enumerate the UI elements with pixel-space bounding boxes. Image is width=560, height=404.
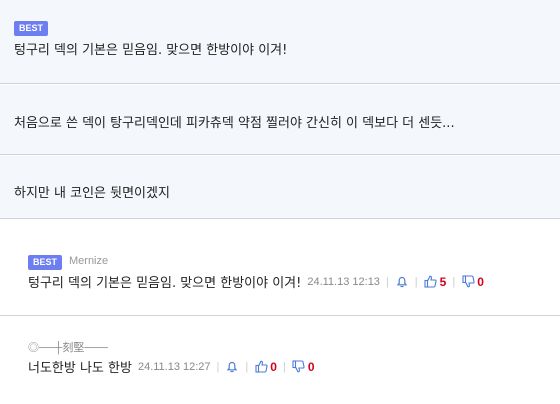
thumbs-down-icon: [461, 275, 475, 289]
timestamp: 24.11.13 12:13: [307, 275, 380, 288]
upvote-count: 5: [439, 274, 447, 289]
thumbs-up-icon: [254, 360, 268, 374]
reply-best: BEST Mernize 텅구리 덱의 기본은 믿음임. 맞으면 한방이야 이겨…: [0, 220, 560, 316]
comment-text: 하지만 내 코인은 뒷면이겠지: [14, 186, 170, 201]
upvote-count: 0: [270, 359, 277, 374]
author-name[interactable]: Mernize: [69, 255, 108, 267]
reply: ◎──┼刻堅─── 너도한방 나도 한방 24.11.13 12:27 | | …: [0, 317, 560, 404]
comment-best: BEST 텅구리 덱의 기본은 믿음임. 맞으면 한방이야 이겨!: [0, 0, 560, 84]
comment-text: 처음으로 쓴 덱이 탕구리덱인데 피카츄덱 약점 찔러야 간신히 이 덱보다 더…: [14, 116, 455, 131]
divider: |: [452, 275, 456, 288]
comment: 하지만 내 코인은 뒷면이겠지: [0, 156, 560, 219]
divider: |: [282, 360, 286, 373]
best-badge: BEST: [14, 21, 49, 36]
reply-line: 너도한방 나도 한방 24.11.13 12:27 | | 0 | 0: [28, 357, 315, 377]
best-badge: BEST: [28, 255, 63, 270]
divider: |: [245, 360, 249, 373]
comment: 처음으로 쓴 덱이 탕구리덱인데 피카츄덱 약점 찔러야 간신히 이 덱보다 더…: [0, 85, 560, 155]
downvote-button[interactable]: 0: [292, 360, 315, 374]
divider: |: [216, 360, 220, 373]
comment-text: 텅구리 덱의 기본은 믿음임. 맞으면 한방이야 이겨!: [14, 43, 288, 58]
thumbs-down-icon: [292, 360, 306, 374]
timestamp: 24.11.13 12:27: [137, 360, 211, 373]
author-name[interactable]: ◎──┼刻堅───: [28, 339, 108, 355]
upvote-button[interactable]: 0: [254, 360, 277, 374]
downvote-count: 0: [477, 274, 484, 289]
divider: |: [385, 275, 389, 288]
reply-text: 텅구리 덱의 기본은 믿음임. 맞으면 한방이야 이겨!: [28, 276, 302, 291]
bell-icon[interactable]: [225, 360, 239, 374]
thumbs-up-icon: [424, 275, 438, 289]
reply-line: 텅구리 덱의 기본은 믿음임. 맞으면 한방이야 이겨! 24.11.13 12…: [28, 272, 484, 292]
upvote-button[interactable]: 5: [424, 274, 447, 289]
downvote-count: 0: [307, 359, 315, 374]
reply-text: 너도한방 나도 한방: [28, 361, 132, 376]
bell-icon[interactable]: [395, 275, 409, 289]
divider: |: [414, 275, 418, 288]
downvote-button[interactable]: 0: [461, 275, 484, 289]
